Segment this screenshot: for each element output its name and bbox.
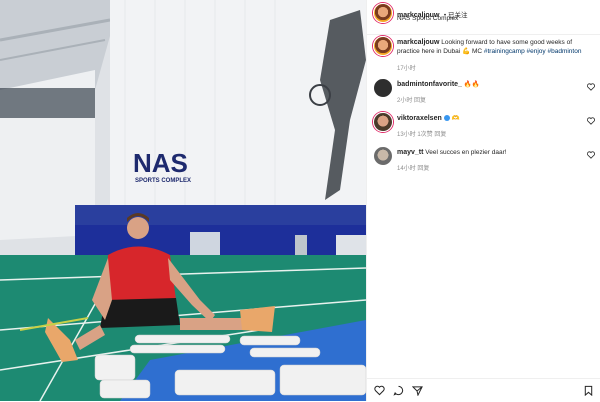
bookmark-icon[interactable] [583, 385, 594, 396]
photo-scene: NAS SPORTS COMPLEX [0, 0, 366, 401]
hashtag-enjoy[interactable]: #enjoy [527, 48, 546, 55]
commenter-avatar[interactable] [373, 146, 393, 166]
comment-like-icon[interactable] [587, 83, 595, 91]
post-location[interactable]: NAS Sports Complex [397, 15, 458, 22]
post-photo[interactable]: NAS SPORTS COMPLEX [0, 0, 366, 401]
share-icon[interactable] [412, 385, 423, 396]
post-panel: markcaljouw • 已关注 NAS Sports Complex mar… [366, 0, 600, 401]
caption-username[interactable]: markcaljouw [397, 39, 439, 46]
verified-badge-icon [443, 115, 450, 122]
caption-signoff: MC [471, 48, 483, 55]
commenter-avatar[interactable] [373, 78, 393, 98]
comment-username[interactable]: badmintonfavorite_ [397, 81, 462, 88]
hashtag-trainingcamp[interactable]: #trainingcamp [484, 48, 525, 55]
comment-like-icon[interactable] [587, 117, 595, 125]
wall-logo-text: NAS [133, 148, 188, 178]
hashtag-badminton[interactable]: #badminton [547, 48, 581, 55]
caption-emoji: 💪 [462, 48, 471, 55]
comment-meta[interactable]: 2小时 回复 [397, 95, 426, 104]
comment-meta[interactable]: 14小时 回复 [397, 163, 429, 172]
wall-logo-subtext: SPORTS COMPLEX [135, 178, 191, 184]
comment-username[interactable]: viktoraxelsen [397, 115, 442, 122]
commenter-avatar[interactable] [373, 112, 393, 132]
caption-avatar[interactable] [373, 36, 393, 56]
author-avatar[interactable] [373, 3, 393, 23]
action-bar [367, 378, 600, 402]
heart-icon[interactable] [374, 385, 385, 396]
comment-icon[interactable] [393, 385, 404, 396]
comment-text: Veel succes en plezier daar! [425, 149, 507, 156]
comment-meta[interactable]: 13小时 1次赞 回复 [397, 129, 446, 138]
comment-text: 🫶 [451, 115, 460, 122]
post-time: 17小时 [397, 66, 416, 72]
comment-like-icon[interactable] [587, 151, 595, 159]
post-header: markcaljouw • 已关注 NAS Sports Complex [367, 0, 600, 35]
comment-text: 🔥🔥 [463, 81, 480, 88]
comment-username[interactable]: mayv_tt [397, 149, 423, 156]
caption: markcaljouw Looking forward to have some… [397, 38, 595, 56]
